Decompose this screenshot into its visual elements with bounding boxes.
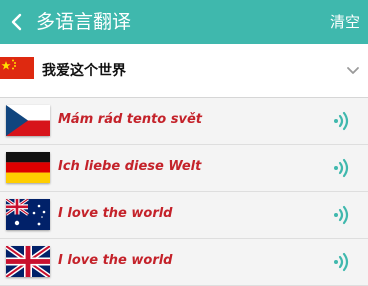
source-text-row[interactable]: 我爱这个世界: [0, 49, 368, 98]
translation-row[interactable]: Ich liebe diese Welt: [0, 145, 368, 192]
translation-text: Mám rád tento svět: [58, 112, 202, 127]
source-text: 我爱这个世界: [42, 63, 126, 79]
australia-flag-icon: [6, 199, 50, 230]
china-flag-icon: [0, 57, 34, 79]
speaker-wave-icon[interactable]: [332, 110, 354, 132]
speaker-wave-icon[interactable]: [332, 251, 354, 273]
app-header: 多语言翻译 清空: [0, 0, 368, 44]
czech-flag-icon: [6, 105, 50, 136]
clear-button[interactable]: 清空: [330, 11, 360, 33]
speaker-wave-icon[interactable]: [332, 157, 354, 179]
translation-row[interactable]: Mám rád tento svět: [0, 98, 368, 145]
uk-flag-icon: [6, 246, 50, 277]
chevron-down-icon[interactable]: [346, 65, 360, 75]
translation-text: I love the world: [58, 206, 173, 221]
translation-text: I love the world: [58, 253, 173, 268]
translation-row[interactable]: I love the world: [0, 239, 368, 286]
translation-row[interactable]: I love the world: [0, 192, 368, 239]
chevron-left-icon[interactable]: [8, 11, 26, 33]
speaker-wave-icon[interactable]: [332, 204, 354, 226]
translation-text: Ich liebe diese Welt: [58, 159, 202, 174]
page-title: 多语言翻译: [36, 11, 132, 33]
germany-flag-icon: [6, 152, 50, 183]
